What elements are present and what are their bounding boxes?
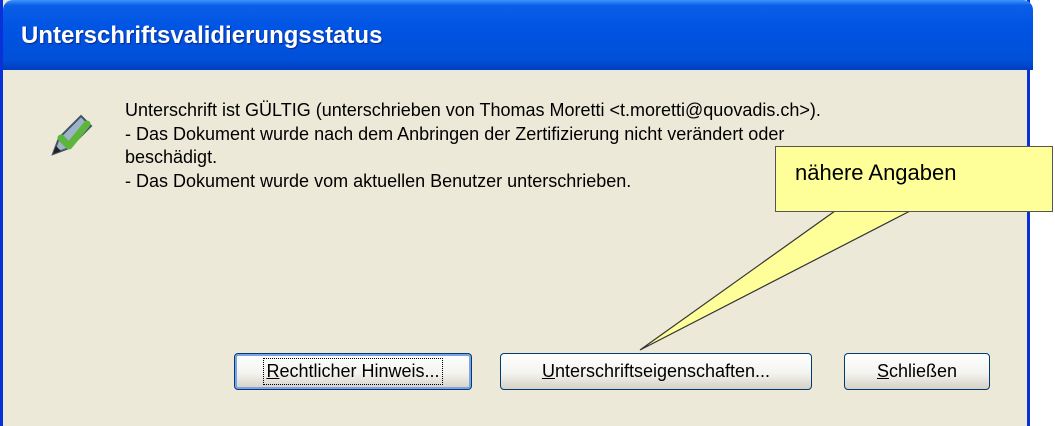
callout-text: nähere Angaben	[795, 160, 957, 185]
callout-pointer	[639, 210, 911, 351]
